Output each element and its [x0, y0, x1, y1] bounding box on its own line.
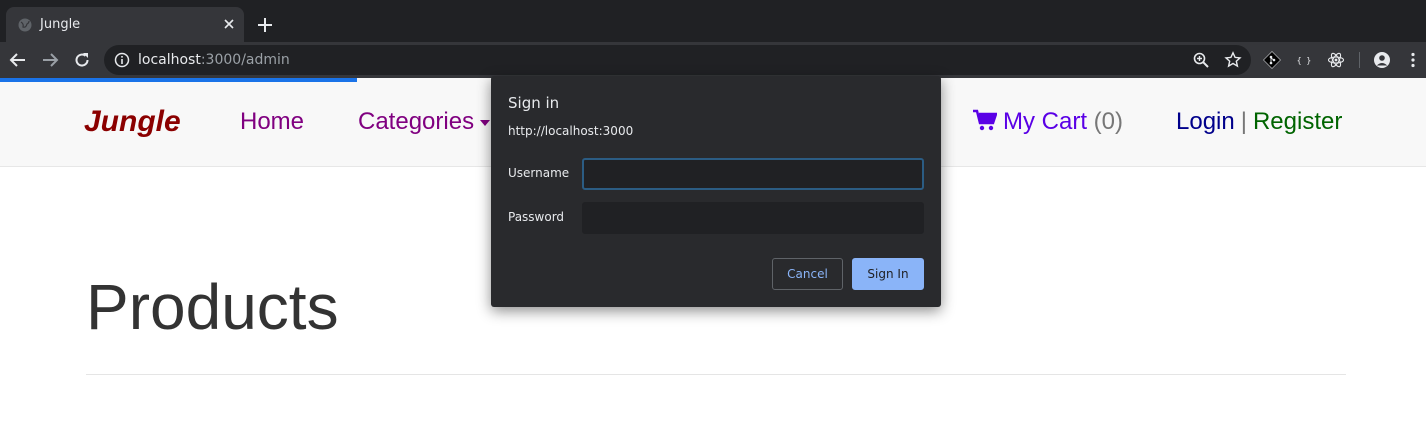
- sign-in-dialog: Sign in http://localhost:3000 Username P…: [491, 76, 941, 307]
- menu-dots-icon[interactable]: [1404, 51, 1422, 69]
- json-extension-icon[interactable]: { }: [1295, 51, 1313, 69]
- close-icon[interactable]: [221, 16, 237, 32]
- browser-toolbar: localhost:3000/admin { }: [0, 42, 1426, 78]
- page-load-progress: [0, 78, 357, 82]
- nav-categories-label: Categories: [358, 108, 475, 135]
- dialog-title: Sign in: [508, 94, 560, 112]
- react-extension-icon[interactable]: [1327, 51, 1345, 69]
- sign-in-button[interactable]: Sign In: [852, 258, 924, 290]
- brand-logo[interactable]: Jungle: [84, 105, 181, 139]
- cart-label: My Cart: [1003, 108, 1087, 135]
- caret-down-icon: [480, 119, 491, 126]
- auth-links: Login | Register: [1176, 108, 1342, 136]
- tab-strip: Jungle: [0, 0, 1426, 42]
- page-divider: [86, 374, 1346, 375]
- password-input[interactable]: [582, 202, 924, 234]
- cancel-button[interactable]: Cancel: [772, 258, 843, 290]
- reload-icon[interactable]: [73, 51, 91, 69]
- nav-categories-dropdown[interactable]: Categories: [358, 108, 491, 136]
- nav-home-link[interactable]: Home: [240, 108, 304, 136]
- git-extension-icon[interactable]: [1263, 51, 1281, 69]
- my-cart-link[interactable]: My Cart (0): [973, 108, 1123, 136]
- page-title: Products: [86, 271, 339, 343]
- tab-title: Jungle: [40, 17, 81, 32]
- address-bar[interactable]: localhost:3000/admin: [104, 45, 1251, 75]
- dialog-origin: http://localhost:3000: [508, 124, 634, 138]
- back-arrow-icon[interactable]: [9, 51, 27, 69]
- username-input[interactable]: [582, 158, 924, 190]
- plus-icon[interactable]: [255, 15, 275, 35]
- globe-icon: [18, 18, 32, 32]
- url-text: localhost:3000/admin: [138, 52, 290, 68]
- cart-count: (0): [1093, 108, 1124, 135]
- register-link[interactable]: Register: [1253, 108, 1342, 135]
- zoom-icon[interactable]: [1192, 51, 1210, 69]
- shopping-cart-icon: [973, 109, 997, 131]
- star-icon[interactable]: [1224, 51, 1242, 69]
- auth-separator: |: [1240, 108, 1247, 135]
- toolbar-separator: [1359, 52, 1360, 68]
- username-label: Username: [508, 166, 570, 180]
- forward-arrow-icon[interactable]: [41, 51, 59, 69]
- svg-text:{ }: { }: [1297, 56, 1311, 65]
- browser-tab[interactable]: Jungle: [6, 7, 244, 42]
- info-icon[interactable]: [114, 52, 130, 68]
- profile-icon[interactable]: [1373, 51, 1391, 69]
- login-link[interactable]: Login: [1176, 108, 1235, 135]
- password-label: Password: [508, 210, 565, 224]
